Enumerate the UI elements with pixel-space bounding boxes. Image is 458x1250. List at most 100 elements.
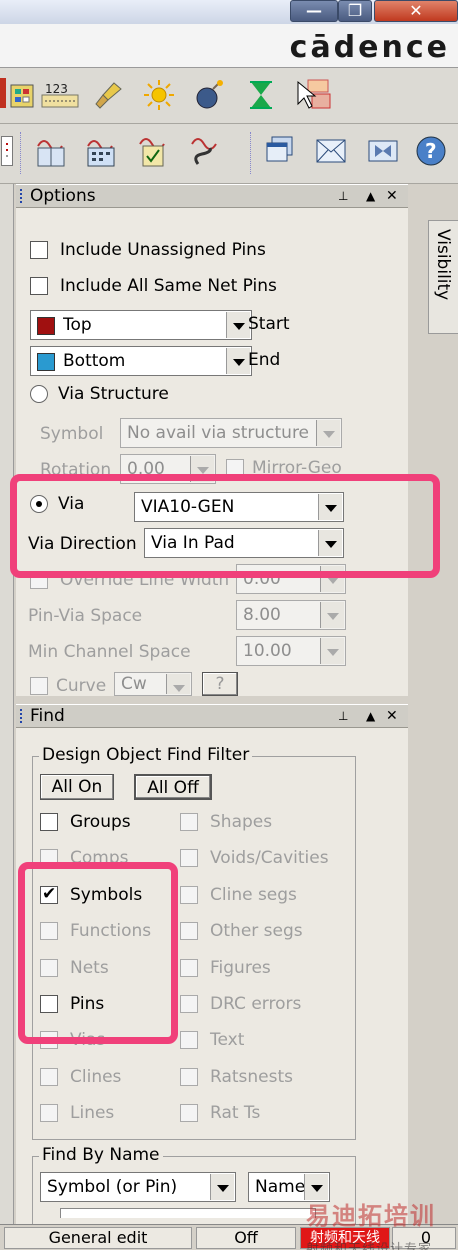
find-filter-checkbox[interactable] [40,1104,58,1123]
min-channel-space-select[interactable]: 10.00 [236,636,346,666]
find-filter-figures[interactable]: Figures [180,958,271,978]
pin-via-space-select[interactable]: 8.00 [236,600,346,630]
find-filter-lines[interactable]: Lines [40,1103,114,1123]
rotation-select[interactable]: 0.00 [120,454,216,484]
find-filter-checkbox[interactable] [40,1067,58,1086]
brush-icon[interactable] [92,78,126,112]
find-filter-other-segs[interactable]: Other segs [180,921,303,941]
find-filter-groups[interactable]: Groups [40,812,131,832]
curve-checkbox[interactable] [30,677,48,695]
start-layer-select[interactable]: Top [30,310,252,340]
include-same-net-pins-option[interactable]: Include All Same Net Pins [30,276,277,296]
route-report-icon[interactable] [188,134,222,168]
find-filter-checkbox[interactable] [40,813,58,831]
find-filter-vias[interactable]: Vias [40,1030,105,1050]
chevron-down-icon[interactable] [320,602,344,628]
find-filter-checkbox[interactable] [180,1031,198,1050]
calc-grid-icon[interactable] [6,78,40,112]
include-unassigned-pins-option[interactable]: Include Unassigned Pins [30,240,266,260]
find-filter-checkbox[interactable] [40,884,58,904]
envelope-icon[interactable] [314,134,348,168]
find-filter-checkbox[interactable] [180,995,198,1013]
calendar-report-icon[interactable] [84,134,118,168]
find-filter-text[interactable]: Text [180,1030,244,1050]
find-filter-checkbox[interactable] [40,849,58,868]
find-filter-checkbox[interactable] [180,849,198,868]
end-layer-select[interactable]: Bottom [30,346,252,376]
via-structure-radio[interactable] [30,385,48,403]
collapse-up-icon[interactable]: ▲ [366,185,375,207]
find-filter-cline-segs[interactable]: Cline segs [180,885,297,905]
find-filter-checkbox[interactable] [180,885,198,904]
find-filter-clines[interactable]: Clines [40,1067,121,1087]
mirror-geo-option[interactable]: Mirror-Geo [226,458,342,478]
maximize-button[interactable]: ❐ [338,0,372,22]
find-filter-shapes[interactable]: Shapes [180,812,272,832]
find-filter-ratsnests[interactable]: Ratsnests [180,1067,293,1087]
select-pointer-icon[interactable] [294,78,334,112]
find-by-name-input[interactable] [60,1208,316,1218]
visibility-tab[interactable]: Visibility [428,220,458,334]
override-line-width-option[interactable]: Override Line Width [30,570,229,590]
sun-icon[interactable] [142,78,176,112]
via-structure-symbol-select[interactable]: No avail via structure [120,418,342,448]
chevron-down-icon[interactable] [226,312,250,338]
find-filter-voids-cavities[interactable]: Voids/Cavities [180,848,329,868]
find-filter-pins[interactable]: Pins [40,994,104,1014]
minimize-button[interactable]: — [290,0,338,22]
panel-close-icon[interactable]: ✕ [386,185,398,207]
via-direction-select[interactable]: Via In Pad [144,528,344,558]
chevron-down-icon[interactable] [320,566,344,592]
include-unassigned-pins-checkbox[interactable] [30,241,48,259]
curve-direction-select[interactable]: Cw [114,672,192,696]
chevron-down-icon[interactable] [320,638,344,664]
find-filter-checkbox[interactable] [180,922,198,941]
find-filter-checkbox[interactable] [180,1104,198,1123]
via-option[interactable]: Via [30,494,84,514]
mirror-geo-checkbox[interactable] [226,459,244,477]
override-line-width-select[interactable]: 0.00 [236,564,346,594]
help-icon[interactable]: ? [414,134,448,168]
find-filter-checkbox[interactable] [40,958,58,977]
chevron-down-icon[interactable] [210,1174,234,1200]
chevron-down-icon[interactable] [226,348,250,374]
via-radio[interactable] [30,495,48,513]
bomb-icon[interactable] [192,78,226,112]
book-report-icon[interactable] [34,134,68,168]
all-on-button[interactable]: All On [40,774,114,800]
curve-help-button[interactable]: ? [202,672,238,696]
pin-icon[interactable]: ⊥ [338,185,348,207]
find-filter-comps[interactable]: Comps [40,848,128,868]
find-by-name-type-select[interactable]: Symbol (or Pin) [40,1172,236,1202]
bowtie-icon[interactable] [366,134,400,168]
include-same-net-pins-checkbox[interactable] [30,277,48,295]
chevron-down-icon[interactable] [190,456,214,482]
find-filter-rat-ts[interactable]: Rat Ts [180,1103,260,1123]
drag-grip-icon[interactable] [20,189,24,203]
chevron-down-icon[interactable] [318,494,342,520]
report-icon[interactable] [0,134,14,168]
find-filter-checkbox[interactable] [40,922,58,941]
pin-icon[interactable]: ⊥ [338,705,348,727]
find-filter-checkbox[interactable] [180,813,198,831]
copy-windows-icon[interactable] [262,134,296,168]
via-select[interactable]: VIA10-GEN [134,492,344,522]
chevron-down-icon[interactable] [318,530,342,556]
clipboard-report-icon[interactable] [136,134,170,168]
panel-close-icon[interactable]: ✕ [386,705,398,727]
via-structure-option[interactable]: Via Structure [30,384,169,404]
chevron-down-icon[interactable] [166,674,190,694]
find-filter-checkbox[interactable] [40,995,58,1013]
all-off-button[interactable]: All Off [134,774,212,800]
curve-option[interactable]: Curve [30,676,106,696]
find-filter-checkbox[interactable] [180,1067,198,1086]
find-filter-drc-errors[interactable]: DRC errors [180,994,301,1014]
find-filter-checkbox[interactable] [180,958,198,977]
123-counter-icon[interactable]: 123 [40,78,80,112]
find-filter-nets[interactable]: Nets [40,958,109,978]
override-line-width-checkbox[interactable] [30,571,48,589]
find-filter-symbols[interactable]: Symbols [40,884,142,905]
close-window-button[interactable]: ✕ [374,0,458,22]
drag-grip-icon[interactable] [20,709,24,723]
collapse-up-icon[interactable]: ▲ [366,705,375,727]
